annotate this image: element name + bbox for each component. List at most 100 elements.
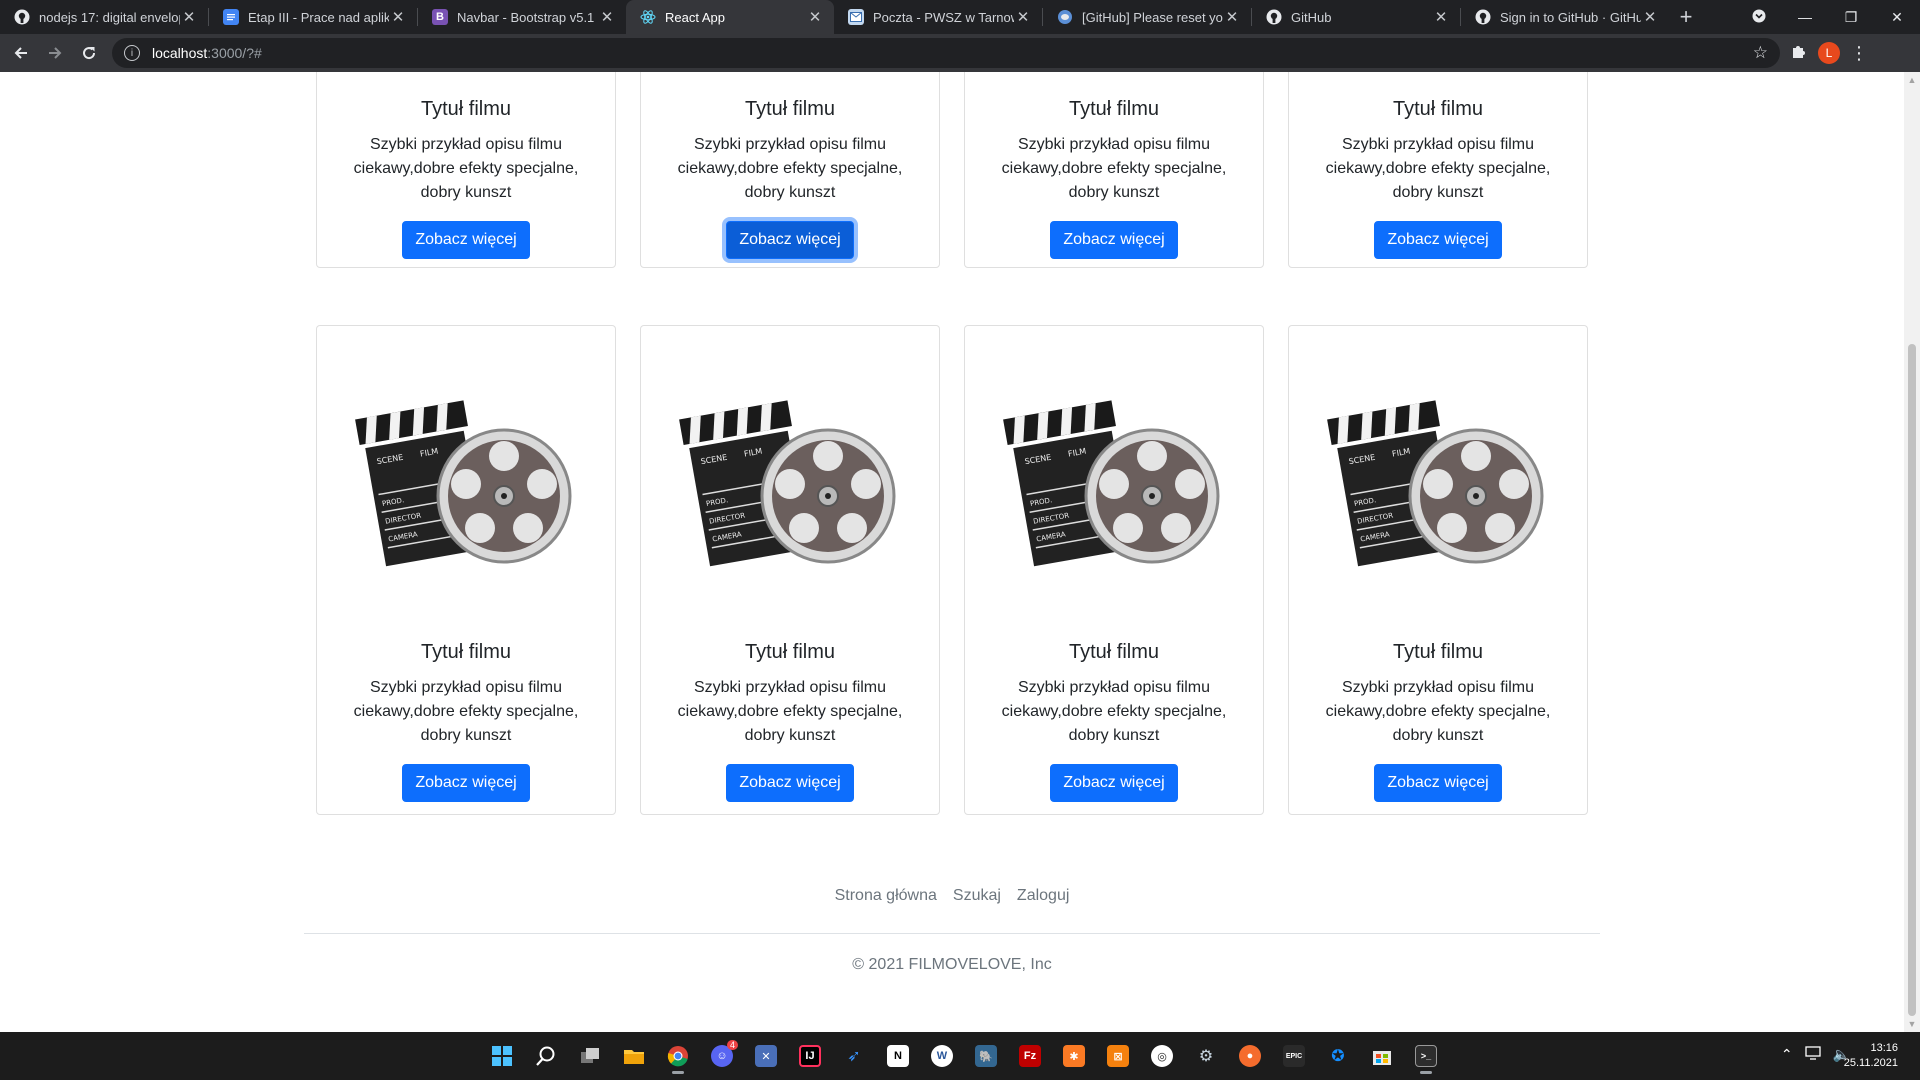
clapperboard-film-reel-icon: SCENE FILM PROD. DIRECTOR CAMERA (355, 400, 572, 567)
new-tab-button[interactable]: + (1669, 0, 1703, 34)
close-window-icon[interactable]: ✕ (1874, 9, 1920, 26)
close-icon[interactable]: ✕ (806, 8, 824, 26)
see-more-button[interactable]: Zobacz więcej (402, 764, 530, 802)
footer-link-search[interactable]: Szukaj (945, 887, 1009, 905)
clock-time: 13:16 (1870, 1042, 1898, 1054)
notification-badge: 4 (726, 1040, 738, 1050)
origin-icon[interactable]: ● (1232, 1038, 1268, 1074)
chrome-icon[interactable] (660, 1038, 696, 1074)
start-icon[interactable] (484, 1038, 520, 1074)
see-more-button[interactable]: Zobacz więcej (1374, 221, 1502, 259)
card-body: Tytuł filmu Szybki przykład opisu filmu … (965, 72, 1263, 259)
bookmark-star-icon[interactable]: ☆ (1753, 43, 1768, 63)
avatar[interactable]: L (1818, 42, 1840, 64)
address-bar[interactable]: i localhost :3000/?# ☆ (112, 38, 1780, 68)
card-title: Tytuł filmu (1392, 98, 1484, 120)
mail-icon (848, 9, 864, 25)
movie-poster-image: SCENE FILM PROD. DIRECTOR CAMERA (1289, 326, 1587, 626)
tab-bootstrap[interactable]: B Navbar - Bootstrap v5.1 ✕ (418, 0, 626, 34)
tab-github[interactable]: GitHub ✕ (1252, 0, 1460, 34)
forward-icon[interactable] (38, 36, 72, 70)
see-more-button[interactable]: Zobacz więcej (726, 764, 854, 802)
movie-card: Tytuł filmu Szybki przykład opisu filmu … (964, 72, 1264, 268)
see-more-button[interactable]: Zobacz więcej (1050, 221, 1178, 259)
taskbar-apps: ☺ 4 ✕ IJ ➶ N W 🐘 Fz ✱ ⊠ ◎ ⚙ ● EPIC ✪ >_ (484, 1038, 1444, 1074)
close-icon[interactable]: ✕ (598, 8, 616, 26)
search-icon[interactable] (528, 1038, 564, 1074)
back-icon[interactable] (4, 36, 38, 70)
taskbar-clock[interactable]: 13:16 25.11.2021 (1844, 1041, 1898, 1071)
close-icon[interactable]: ✕ (180, 8, 198, 26)
card-text: Szybki przykład opisu filmu ciekawy,dobr… (677, 679, 903, 744)
card-text: Szybki przykład opisu filmu ciekawy,dobr… (1325, 679, 1551, 744)
tab-title: [GitHub] Please reset your (1082, 9, 1223, 25)
battle-net-icon[interactable]: ✪ (1320, 1038, 1356, 1074)
see-more-button[interactable]: Zobacz więcej (1050, 764, 1178, 802)
minimize-icon[interactable]: — (1782, 9, 1828, 25)
extensions-icon[interactable] (1790, 42, 1808, 65)
network-icon[interactable] (1804, 1046, 1821, 1063)
reload-icon[interactable] (72, 36, 106, 70)
tab-github-reset[interactable]: [GitHub] Please reset your ✕ (1043, 0, 1251, 34)
notion-icon[interactable]: N (880, 1038, 916, 1074)
close-icon[interactable]: ✕ (1014, 8, 1032, 26)
scroll-up-arrow-icon[interactable]: ▲ (1904, 72, 1920, 88)
tab-poczta[interactable]: Poczta - PWSZ w Tarnowie ✕ (834, 0, 1042, 34)
see-more-button[interactable]: Zobacz więcej (402, 221, 530, 259)
store-icon[interactable] (1364, 1038, 1400, 1074)
bootstrap-icon: B (432, 9, 448, 25)
intellij-icon[interactable]: IJ (792, 1038, 828, 1074)
tab-search-icon[interactable] (1736, 9, 1782, 26)
info-icon[interactable]: i (124, 45, 140, 61)
xamp-control-icon[interactable]: ⊠ (1100, 1038, 1136, 1074)
docs-icon (223, 9, 239, 25)
obs-icon[interactable]: ◎ (1144, 1038, 1180, 1074)
menu-icon[interactable]: ⋮ (1850, 43, 1868, 64)
url-path: :3000/?# (207, 45, 262, 61)
card-body: Tytuł filmu Szybki przykład opisu filmu … (317, 626, 615, 802)
tab-title: Poczta - PWSZ w Tarnowie (873, 9, 1014, 25)
tab-github-signin[interactable]: Sign in to GitHub · GitHub ✕ (1461, 0, 1669, 34)
movie-poster-image: SCENE FILM PROD. DIRECTOR CAMERA (317, 326, 615, 626)
close-icon[interactable]: ✕ (389, 8, 407, 26)
footer-link-home[interactable]: Strona główna (827, 887, 945, 905)
movie-card: Tytuł filmu Szybki przykład opisu filmu … (640, 72, 940, 268)
see-more-button[interactable]: Zobacz więcej (726, 221, 854, 259)
restore-icon[interactable]: ❐ (1828, 9, 1874, 26)
close-icon[interactable]: ✕ (1641, 8, 1659, 26)
card-body: Tytuł filmu Szybki przykład opisu filmu … (965, 626, 1263, 802)
card-title: Tytuł filmu (1068, 98, 1160, 120)
scroll-down-arrow-icon[interactable]: ▼ (1904, 1016, 1920, 1032)
card-text: Szybki przykład opisu filmu ciekawy,dobr… (1325, 136, 1551, 201)
scrollbar-thumb[interactable] (1908, 344, 1916, 1016)
chevron-up-icon[interactable]: ⌃ (1781, 1046, 1793, 1063)
card-text: Szybki przykład opisu filmu ciekawy,dobr… (353, 136, 579, 201)
terminal-icon[interactable]: >_ (1408, 1038, 1444, 1074)
xampp-icon[interactable]: ✱ (1056, 1038, 1092, 1074)
task-view-icon[interactable] (572, 1038, 608, 1074)
movie-card: SCENE FILM PROD. DIRECTOR CAMERA Tytuł f… (964, 325, 1264, 815)
page-viewport: Tytuł filmu Szybki przykład opisu filmu … (0, 72, 1904, 1032)
close-icon[interactable]: ✕ (1223, 8, 1241, 26)
file-explorer-icon[interactable] (616, 1038, 652, 1074)
steam-icon[interactable]: ⚙ (1188, 1038, 1224, 1074)
excel-icon[interactable]: ✕ (748, 1038, 784, 1074)
tab-react-app[interactable]: React App ✕ (626, 0, 834, 34)
react-icon (640, 9, 656, 25)
visual-studio-icon[interactable]: ➶ (836, 1038, 872, 1074)
movie-card: SCENE FILM PROD. DIRECTOR CAMERA Tytuł f… (640, 325, 940, 815)
postgres-icon[interactable]: 🐘 (968, 1038, 1004, 1074)
see-more-button[interactable]: Zobacz więcej (1374, 764, 1502, 802)
tab-nodejs[interactable]: nodejs 17: digital envelope ✕ (0, 0, 208, 34)
footer-link-login[interactable]: Zaloguj (1009, 887, 1077, 905)
page-scrollbar[interactable]: ▲ ▼ (1904, 72, 1920, 1032)
epic-games-icon[interactable]: EPIC (1276, 1038, 1312, 1074)
tab-etap[interactable]: Etap III - Prace nad aplikacj ✕ (209, 0, 417, 34)
filezilla-icon[interactable]: Fz (1012, 1038, 1048, 1074)
discord-icon[interactable]: ☺ 4 (704, 1038, 740, 1074)
word-icon[interactable]: W (924, 1038, 960, 1074)
movie-card: Tytuł filmu Szybki przykład opisu filmu … (1288, 72, 1588, 268)
close-icon[interactable]: ✕ (1432, 8, 1450, 26)
tab-title: Sign in to GitHub · GitHub (1500, 9, 1641, 25)
card-title: Tytuł filmu (420, 641, 512, 663)
